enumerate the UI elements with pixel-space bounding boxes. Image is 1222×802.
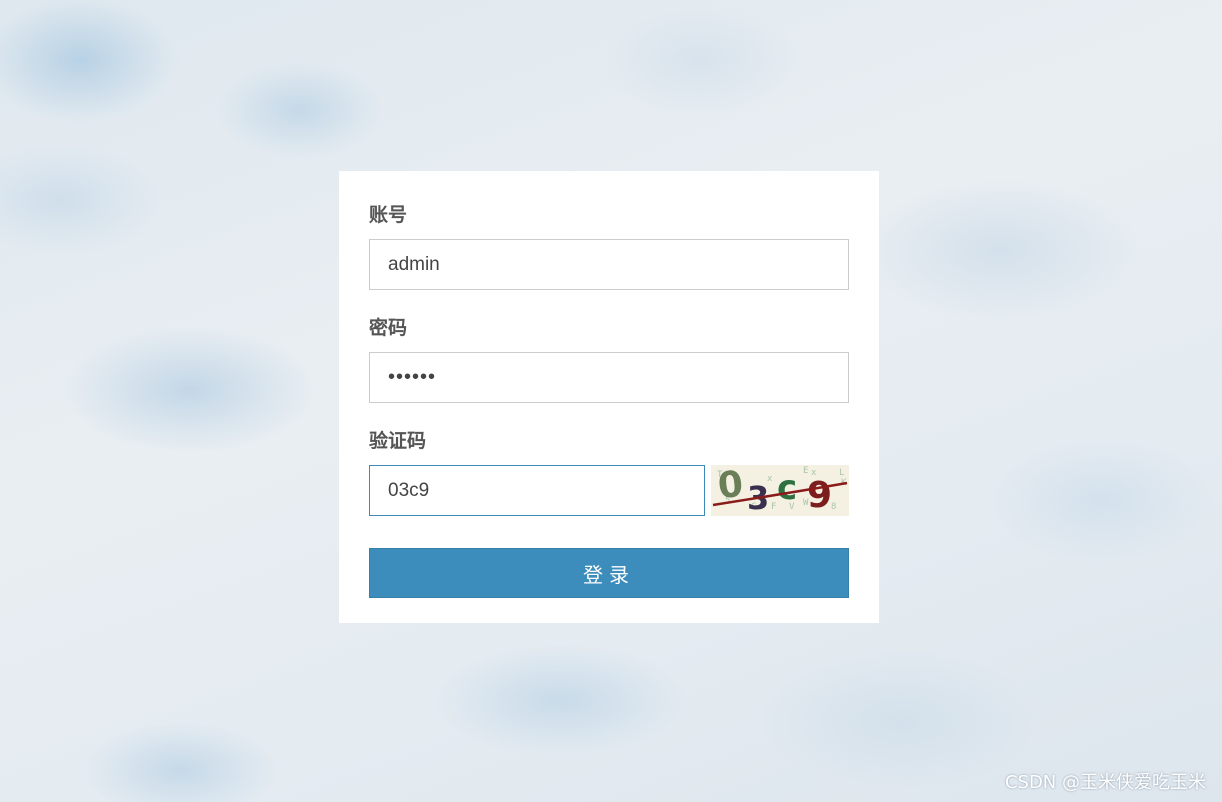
captcha-label: 验证码 — [369, 431, 427, 452]
login-form-card: 账号 密码 验证码 E x L K 5 C F V W 8 T x — [339, 171, 879, 623]
captcha-image[interactable]: E x L K 5 C F V W 8 T x 0 3 c 9 — [711, 465, 849, 516]
password-label: 密码 — [369, 318, 408, 339]
account-input[interactable] — [369, 239, 849, 290]
captcha-row: E x L K 5 C F V W 8 T x 0 3 c 9 — [369, 465, 849, 516]
captcha-input[interactable] — [369, 465, 705, 516]
svg-text:L: L — [839, 468, 844, 478]
svg-text:c: c — [777, 468, 797, 508]
login-button[interactable]: 登录 — [369, 548, 849, 598]
svg-text:F: F — [771, 502, 776, 512]
account-label: 账号 — [369, 205, 408, 226]
csdn-watermark: CSDN @玉米侠爱吃玉米 — [1004, 772, 1206, 793]
password-input[interactable] — [369, 352, 849, 403]
svg-text:9: 9 — [807, 475, 832, 516]
